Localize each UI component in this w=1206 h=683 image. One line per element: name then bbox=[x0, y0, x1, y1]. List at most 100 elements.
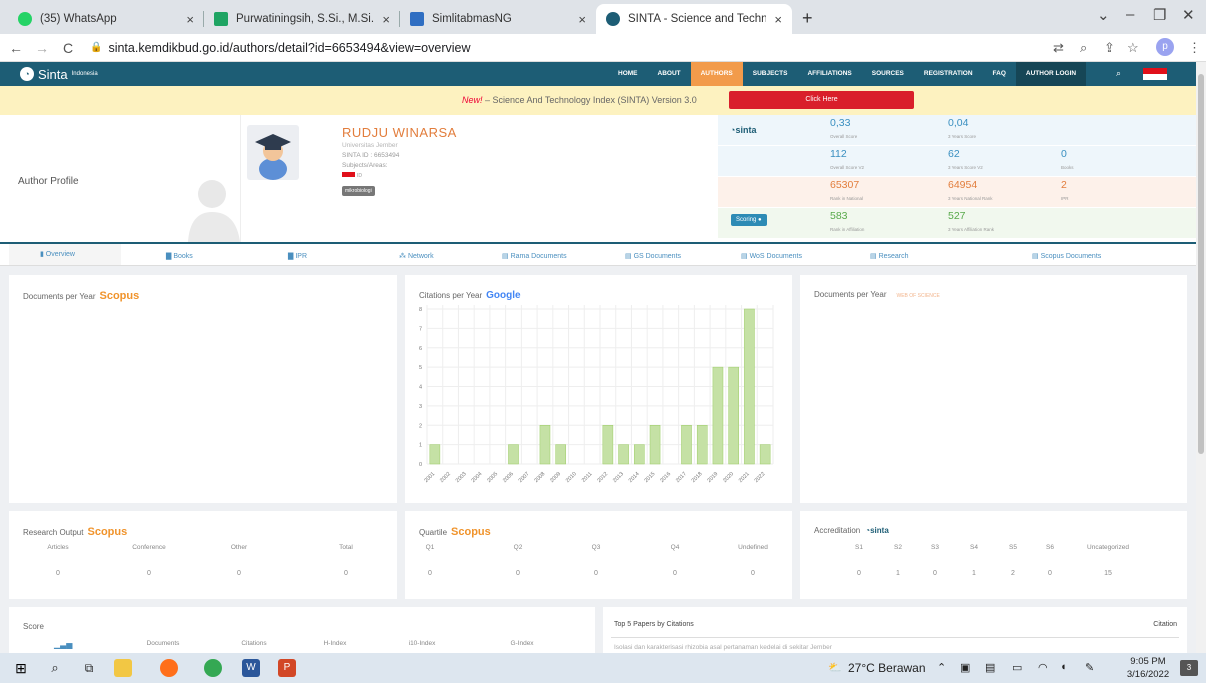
chart-bar-2013[interactable] bbox=[618, 444, 629, 465]
weather-text[interactable]: 27°C Berawan bbox=[848, 661, 926, 675]
chrome-icon[interactable] bbox=[204, 659, 222, 677]
forward-icon[interactable]: → bbox=[32, 40, 52, 56]
chart-bar-2017[interactable] bbox=[681, 425, 692, 465]
chart-bar-2008[interactable] bbox=[539, 425, 551, 465]
x-tick-label: 2012 bbox=[596, 471, 609, 484]
clock-date[interactable]: 3/16/2022 bbox=[1120, 669, 1176, 680]
chart-bar-2019[interactable] bbox=[712, 366, 724, 465]
url-field[interactable]: 🔒 sinta.kemdikbud.go.id/authors/detail?i… bbox=[90, 41, 471, 55]
chart-bar-2006[interactable] bbox=[508, 444, 519, 465]
score-value: 0 bbox=[1061, 148, 1067, 160]
x-tick-label: 2019 bbox=[706, 471, 719, 484]
nav-link-subjects[interactable]: SUBJECTS bbox=[743, 62, 798, 86]
page-scrollbar[interactable] bbox=[1196, 62, 1206, 653]
tray-display-icon[interactable]: ▤ bbox=[985, 661, 995, 674]
browser-tab-sinta[interactable]: SINTA - Science and Technology × bbox=[596, 4, 792, 34]
chart-bar-2015[interactable] bbox=[649, 425, 661, 465]
nav-link-authors[interactable]: AUTHORS bbox=[690, 62, 743, 86]
indonesia-flag-icon[interactable] bbox=[1143, 68, 1167, 80]
scoring-button[interactable]: Scoring ● bbox=[731, 214, 767, 226]
profile-avatar[interactable]: p bbox=[1156, 38, 1174, 56]
translate-icon[interactable]: ⇄ bbox=[1053, 40, 1064, 56]
reload-icon[interactable]: C bbox=[58, 40, 78, 56]
close-tab-icon[interactable]: × bbox=[186, 12, 194, 27]
author-name[interactable]: RUDJU WINARSA bbox=[342, 125, 457, 140]
column-value: 0 bbox=[428, 570, 432, 577]
nav-link-home[interactable]: HOME bbox=[608, 62, 648, 86]
subject-tag[interactable]: mikrobiologi bbox=[342, 186, 375, 196]
nav-link-about[interactable]: ABOUT bbox=[648, 62, 691, 86]
tab-scopus-documents[interactable]: ▤ Scopus Documents bbox=[1032, 252, 1101, 260]
nav-link-registration[interactable]: REGISTRATION bbox=[914, 62, 983, 86]
tab-research[interactable]: ▤ Research bbox=[870, 252, 909, 260]
whatsapp-icon bbox=[18, 12, 32, 26]
tab-books[interactable]: ▇ Books bbox=[166, 252, 193, 260]
browser-tab-purwatiningsih[interactable]: Purwatiningsih, S.Si., M.Si., Ph.D. × bbox=[204, 4, 400, 34]
wifi-icon[interactable]: ◠ bbox=[1038, 661, 1048, 674]
browser-tab-whatsapp[interactable]: (35) WhatsApp × bbox=[8, 4, 204, 34]
tab-label: Network bbox=[407, 253, 434, 260]
tab-network[interactable]: ⁂ Network bbox=[399, 252, 434, 260]
column-header: Q2 bbox=[513, 544, 523, 551]
top5-paper-title[interactable]: Isolasi dan karakterisasi rhizobia asal … bbox=[614, 644, 832, 651]
chart-bar-2009[interactable] bbox=[555, 444, 566, 465]
tray-chevron-icon[interactable]: ⌃ bbox=[937, 661, 946, 674]
windows-start-icon[interactable]: ⊞ bbox=[12, 659, 30, 677]
column-value: 0 bbox=[516, 570, 520, 577]
country-flag-icon bbox=[342, 172, 355, 177]
zoom-icon[interactable]: ⌕ bbox=[1080, 40, 1087, 56]
chart-bar-2012[interactable] bbox=[602, 425, 614, 465]
nav-link-faq[interactable]: FAQ bbox=[983, 62, 1016, 86]
nav-link-affiliations[interactable]: AFFILIATIONS bbox=[797, 62, 861, 86]
file-explorer-icon[interactable] bbox=[114, 659, 132, 677]
weather-icon[interactable]: ⛅ bbox=[828, 661, 842, 674]
tab-ipr[interactable]: ▇ IPR bbox=[288, 252, 307, 260]
close-tab-icon[interactable]: × bbox=[578, 12, 586, 27]
tab-overview[interactable]: ▮ Overview bbox=[9, 244, 121, 265]
firefox-icon[interactable] bbox=[160, 659, 178, 677]
tray-app-icon[interactable]: ▣ bbox=[960, 661, 970, 674]
chevron-down-icon[interactable]: ⌄ bbox=[1097, 6, 1110, 24]
chart-bar-2022[interactable] bbox=[759, 444, 771, 465]
y-tick-label: 5 bbox=[419, 365, 422, 371]
bookmark-star-icon[interactable]: ☆ bbox=[1127, 40, 1139, 56]
tab-rama-documents[interactable]: ▤ Rama Documents bbox=[502, 252, 567, 260]
search-icon[interactable]: ⌕ bbox=[1116, 68, 1121, 79]
tab-wos-documents[interactable]: ▤ WoS Documents bbox=[741, 252, 802, 260]
close-tab-icon[interactable]: × bbox=[774, 12, 782, 27]
maximize-icon[interactable]: ❐ bbox=[1153, 6, 1166, 24]
chart-bar-2014[interactable] bbox=[634, 444, 645, 465]
powerpoint-icon[interactable]: P bbox=[278, 659, 296, 677]
task-view-icon[interactable]: ⧉ bbox=[80, 659, 98, 677]
chart-bar-2020[interactable] bbox=[728, 366, 739, 465]
close-window-icon[interactable]: ✕ bbox=[1182, 6, 1195, 24]
volume-icon[interactable]: ◖ bbox=[1060, 661, 1067, 673]
clock-time[interactable]: 9:05 PM bbox=[1128, 656, 1168, 667]
sinta-id: SINTA ID : 6653494 bbox=[342, 152, 400, 159]
battery-icon[interactable]: ▭ bbox=[1012, 661, 1022, 674]
minimize-icon[interactable]: – bbox=[1126, 6, 1134, 23]
menu-dots-icon[interactable]: ⋮ bbox=[1188, 40, 1201, 56]
chart-bar-2001[interactable] bbox=[429, 444, 441, 465]
back-icon[interactable]: ← bbox=[6, 40, 26, 56]
new-tab-button[interactable]: + bbox=[792, 4, 823, 34]
share-icon[interactable]: ⇪ bbox=[1104, 40, 1115, 56]
search-icon[interactable]: ⌕ bbox=[46, 659, 64, 677]
pen-icon[interactable]: ✎ bbox=[1085, 661, 1094, 674]
chart-bar-2021[interactable] bbox=[744, 308, 755, 465]
author-affiliation[interactable]: Universitas Jember bbox=[342, 142, 398, 149]
close-tab-icon[interactable]: × bbox=[382, 12, 390, 27]
nav-link-sources[interactable]: SOURCES bbox=[862, 62, 914, 86]
nav-link-author-login[interactable]: AUTHOR LOGIN bbox=[1015, 62, 1087, 86]
tab-gs-documents[interactable]: ▤ GS Documents bbox=[625, 252, 681, 260]
sinta-brand: ◔sinta bbox=[730, 125, 757, 135]
word-icon[interactable]: W bbox=[242, 659, 260, 677]
browser-tab-simlitabmas[interactable]: SimlitabmasNG × bbox=[400, 4, 596, 34]
x-tick-label: 2002 bbox=[439, 471, 452, 484]
x-tick-label: 2005 bbox=[486, 471, 499, 484]
card-title-text: Accreditation bbox=[814, 526, 861, 535]
chart-bar-2018[interactable] bbox=[696, 425, 708, 465]
notification-icon[interactable]: 3 bbox=[1180, 660, 1198, 676]
sinta-logo[interactable]: ◔ Sinta Indonesia bbox=[20, 67, 98, 82]
click-here-button[interactable]: Click Here bbox=[729, 91, 914, 109]
